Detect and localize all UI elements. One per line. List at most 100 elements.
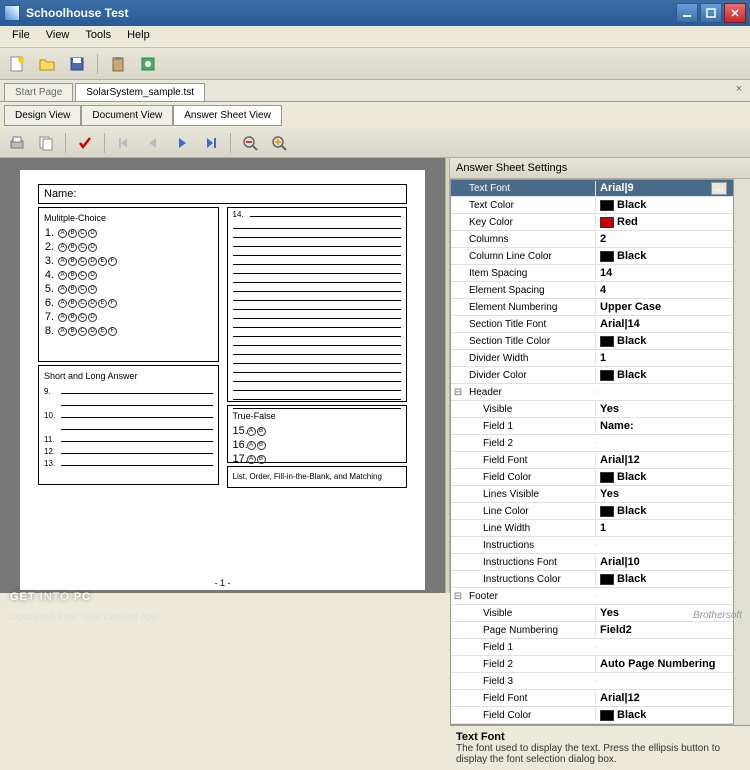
property-value[interactable] <box>595 544 733 546</box>
property-row[interactable]: Element NumberingUpper Case <box>451 299 733 316</box>
check-button[interactable] <box>72 130 98 156</box>
property-row[interactable]: Divider Width1 <box>451 350 733 367</box>
property-value[interactable] <box>595 680 733 682</box>
property-row[interactable]: VisibleYes <box>451 605 733 622</box>
property-row[interactable]: Field 2 <box>451 435 733 452</box>
last-page-button[interactable] <box>198 130 224 156</box>
maximize-button[interactable] <box>700 3 722 23</box>
property-row[interactable]: Field ColorBlack <box>451 469 733 486</box>
new-button[interactable] <box>4 51 30 77</box>
save-button[interactable] <box>64 51 90 77</box>
property-row[interactable]: Divider ColorBlack <box>451 367 733 384</box>
property-row[interactable]: Line ColorBlack <box>451 503 733 520</box>
property-value[interactable]: Arial|9… <box>595 181 733 196</box>
property-value[interactable]: Arial|12 <box>595 453 733 467</box>
property-row[interactable]: Column Line ColorBlack <box>451 248 733 265</box>
property-value[interactable]: Black <box>595 368 733 382</box>
open-button[interactable] <box>34 51 60 77</box>
property-value[interactable]: Name: <box>595 419 733 433</box>
main-toolbar <box>0 48 750 80</box>
property-value[interactable]: Upper Case <box>595 300 733 314</box>
property-value[interactable]: 1 <box>595 521 733 535</box>
tab-start-page[interactable]: Start Page <box>4 83 73 101</box>
paste-button[interactable] <box>105 51 131 77</box>
property-value[interactable]: Auto Page Numbering <box>595 657 733 671</box>
menu-help[interactable]: Help <box>119 26 158 47</box>
property-grid[interactable]: Text FontArial|9…Text ColorBlackKey Colo… <box>450 179 734 725</box>
property-value[interactable]: Arial|10 <box>595 555 733 569</box>
property-value[interactable]: Yes <box>595 606 733 620</box>
menu-tools[interactable]: Tools <box>77 26 119 47</box>
expand-icon[interactable]: ⊟ <box>451 591 465 602</box>
property-value[interactable]: Black <box>595 334 733 348</box>
property-value[interactable] <box>595 646 733 648</box>
property-row[interactable]: Field 1 <box>451 639 733 656</box>
property-row[interactable]: Lines VisibleYes <box>451 486 733 503</box>
zoom-in-button[interactable] <box>266 130 292 156</box>
expand-icon[interactable]: ⊟ <box>451 387 465 398</box>
color-swatch <box>600 506 614 517</box>
property-row[interactable]: Item Spacing14 <box>451 265 733 282</box>
ellipsis-button[interactable]: … <box>711 182 727 195</box>
zoom-out-button[interactable] <box>237 130 263 156</box>
tab-document[interactable]: SolarSystem_sample.tst <box>75 83 205 101</box>
property-value[interactable] <box>595 595 733 597</box>
tab-design-view[interactable]: Design View <box>4 105 81 126</box>
property-value[interactable]: 2 <box>595 232 733 246</box>
property-value[interactable]: Field2 <box>595 623 733 637</box>
property-value[interactable]: 4 <box>595 283 733 297</box>
property-label: Header <box>465 386 595 399</box>
property-row[interactable]: Text FontArial|9… <box>451 180 733 197</box>
property-row[interactable]: Text ColorBlack <box>451 197 733 214</box>
property-row[interactable]: Element Spacing4 <box>451 282 733 299</box>
property-value[interactable]: Black <box>595 470 733 484</box>
menu-file[interactable]: File <box>4 26 38 47</box>
property-value[interactable]: Black <box>595 572 733 586</box>
property-row[interactable]: Field 1Name: <box>451 418 733 435</box>
window-title: Schoolhouse Test <box>26 6 676 20</box>
property-row[interactable]: Field 3 <box>451 673 733 690</box>
property-value[interactable]: 1 <box>595 351 733 365</box>
tab-answer-sheet-view[interactable]: Answer Sheet View <box>173 105 282 126</box>
print-button[interactable] <box>4 130 30 156</box>
property-row[interactable]: Field FontArial|12 <box>451 452 733 469</box>
property-value[interactable]: Black <box>595 249 733 263</box>
property-row[interactable]: ⊟Header <box>451 384 733 401</box>
property-row[interactable]: Key ColorRed <box>451 214 733 231</box>
property-value[interactable]: Black <box>595 504 733 518</box>
copy-button[interactable] <box>33 130 59 156</box>
property-row[interactable]: ⊟Footer <box>451 588 733 605</box>
property-value[interactable]: Black <box>595 708 733 722</box>
property-value[interactable]: Arial|12 <box>595 691 733 705</box>
property-value[interactable]: Yes <box>595 487 733 501</box>
property-row[interactable]: VisibleYes <box>451 401 733 418</box>
scrollbar[interactable] <box>734 179 750 725</box>
property-value[interactable]: Arial|14 <box>595 317 733 331</box>
property-value[interactable] <box>595 442 733 444</box>
menu-view[interactable]: View <box>38 26 78 47</box>
prev-page-button[interactable] <box>140 130 166 156</box>
property-row[interactable]: Instructions <box>451 537 733 554</box>
property-row[interactable]: Field ColorBlack <box>451 707 733 724</box>
tab-close-button[interactable]: × <box>732 83 746 97</box>
property-row[interactable]: Columns2 <box>451 231 733 248</box>
property-row[interactable]: Instructions ColorBlack <box>451 571 733 588</box>
property-value[interactable]: Black <box>595 198 733 212</box>
property-row[interactable]: Section Title FontArial|14 <box>451 316 733 333</box>
close-button[interactable] <box>724 3 746 23</box>
next-page-button[interactable] <box>169 130 195 156</box>
property-value[interactable]: 14 <box>595 266 733 280</box>
property-row[interactable]: Line Width1 <box>451 520 733 537</box>
property-row[interactable]: Instructions FontArial|10 <box>451 554 733 571</box>
tab-document-view[interactable]: Document View <box>81 105 173 126</box>
property-value[interactable] <box>595 391 733 393</box>
property-row[interactable]: Field FontArial|12 <box>451 690 733 707</box>
property-row[interactable]: Field 2Auto Page Numbering <box>451 656 733 673</box>
property-value[interactable]: Red <box>595 215 733 229</box>
property-row[interactable]: Page NumberingField2 <box>451 622 733 639</box>
first-page-button[interactable] <box>111 130 137 156</box>
property-value[interactable]: Yes <box>595 402 733 416</box>
options-button[interactable] <box>135 51 161 77</box>
property-row[interactable]: Section Title ColorBlack <box>451 333 733 350</box>
minimize-button[interactable] <box>676 3 698 23</box>
